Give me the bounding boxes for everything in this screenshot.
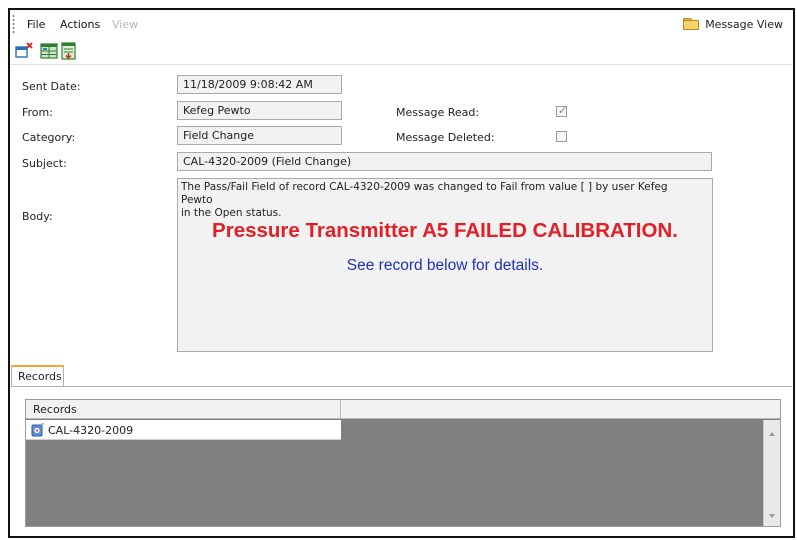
menu-view[interactable]: View xyxy=(112,18,138,31)
window-title-text: Message View xyxy=(705,17,783,31)
scroll-down-icon[interactable] xyxy=(769,514,775,518)
scroll-up-icon[interactable] xyxy=(769,432,775,436)
export-icon[interactable] xyxy=(60,42,78,60)
body-intro: The Pass/Fail Field of record CAL-4320-2… xyxy=(181,181,701,220)
message-deleted-checkbox[interactable] xyxy=(556,131,567,142)
message-deleted-label: Message Deleted: xyxy=(396,131,495,144)
tab-records[interactable]: Records xyxy=(11,365,64,387)
from-label: From: xyxy=(22,106,53,119)
body-sub-text: See record below for details. xyxy=(346,257,544,274)
toolbar xyxy=(10,38,793,65)
window-title: Message View xyxy=(683,16,783,32)
record-cell: CAL-4320-2009 xyxy=(48,424,134,437)
menu-grip-icon[interactable] xyxy=(12,14,15,34)
new-message-icon[interactable] xyxy=(15,42,33,60)
body-label: Body: xyxy=(22,210,53,223)
table-row[interactable]: CAL-4320-2009 xyxy=(26,420,341,440)
records-column-header[interactable]: Records xyxy=(26,400,341,419)
message-read-label: Message Read: xyxy=(396,106,480,119)
subject-label: Subject: xyxy=(22,157,67,170)
category-field[interactable]: Field Change xyxy=(177,126,342,145)
records-scrollbar[interactable] xyxy=(763,420,780,526)
sent-date-field[interactable]: 11/18/2009 9:08:42 AM xyxy=(177,75,342,94)
record-icon xyxy=(31,423,44,437)
message-read-checkbox[interactable]: ✓ xyxy=(556,104,568,117)
from-field[interactable]: Kefeg Pewto xyxy=(177,101,342,120)
menu-file[interactable]: File xyxy=(27,18,45,31)
subject-field[interactable]: CAL-4320-2009 (Field Change) xyxy=(177,152,712,171)
grid-view-icon[interactable] xyxy=(40,42,58,60)
body-alert-text: Pressure Transmitter A5 FAILED CALIBRATI… xyxy=(212,219,678,242)
folder-icon xyxy=(683,18,700,30)
menu-actions[interactable]: Actions xyxy=(60,18,100,31)
checkmark-icon: ✓ xyxy=(558,104,568,117)
sent-date-label: Sent Date: xyxy=(22,80,81,93)
tab-divider xyxy=(11,386,792,387)
category-label: Category: xyxy=(22,131,76,144)
body-intro-line1: The Pass/Fail Field of record CAL-4320-2… xyxy=(181,181,668,206)
